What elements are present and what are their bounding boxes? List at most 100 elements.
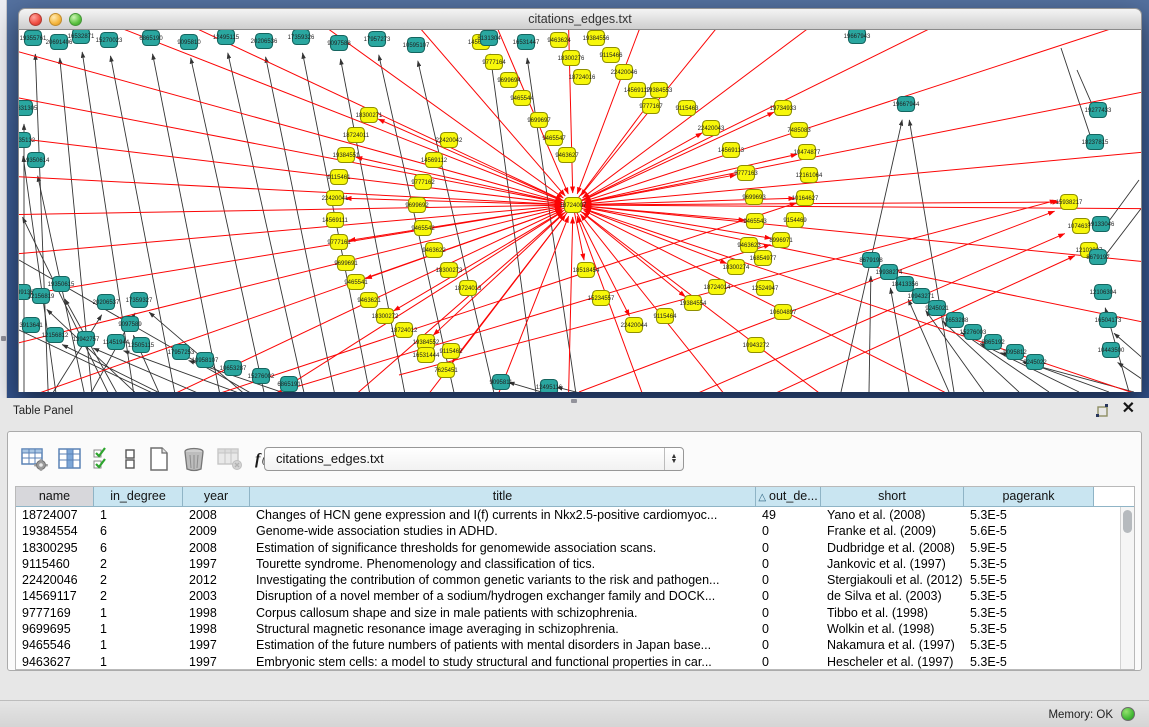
graph-node[interactable]: 9463621	[357, 293, 381, 308]
graph-node[interactable]: 11035132	[19, 133, 36, 148]
graph-node[interactable]: 9115462	[440, 344, 464, 359]
graph-node[interactable]: 9777167	[639, 99, 663, 114]
graph-node[interactable]: 3913641	[19, 318, 43, 333]
graph-node[interactable]: 19667943	[844, 30, 871, 44]
graph-node[interactable]: 9699691	[334, 256, 358, 271]
select-rows-icon[interactable]	[92, 446, 114, 472]
graph-node[interactable]: 20331305	[19, 101, 38, 116]
graph-node[interactable]: 10653287	[220, 361, 247, 376]
graph-node[interactable]: 18300276	[558, 51, 585, 66]
graph-node[interactable]: 9465541	[344, 275, 368, 290]
zoom-window-button[interactable]	[69, 13, 82, 26]
graph-node[interactable]: 15276003	[960, 325, 987, 340]
graph-node[interactable]: 16504173	[1095, 313, 1122, 328]
graph-node[interactable]: 15270023	[96, 33, 123, 48]
table-row[interactable]: 969969511998Structural magnetic resonanc…	[16, 621, 1134, 637]
memory-status-indicator-icon[interactable]	[1121, 707, 1135, 721]
graph-node[interactable]: 17359327	[126, 293, 153, 308]
graph-node[interactable]: 18300274	[723, 260, 750, 275]
graph-node[interactable]: 7485083	[787, 123, 811, 138]
graph-node[interactable]: 19277433	[1085, 103, 1112, 118]
column-header-out_de[interactable]: △out_de...	[756, 487, 821, 507]
graph-node[interactable]: 19384551	[333, 148, 360, 163]
graph-node[interactable]: 10443500	[1098, 343, 1125, 358]
graph-node[interactable]: 8679198	[859, 253, 883, 268]
graph-node[interactable]: 9095810	[177, 35, 201, 50]
graph-node[interactable]: 12106304	[1090, 285, 1117, 300]
graph-node[interactable]: 20206536	[251, 34, 278, 49]
graph-node[interactable]: 9777161	[327, 235, 351, 250]
delete-column-trash-icon[interactable]	[181, 445, 207, 473]
network-canvas[interactable]: 1830027118724011193845519115461224200411…	[18, 30, 1142, 392]
column-header-short[interactable]: short	[821, 487, 964, 507]
graph-node[interactable]: 20206537	[93, 295, 120, 310]
column-header-name[interactable]: name	[16, 487, 94, 507]
graph-node[interactable]: 6865191	[277, 377, 301, 392]
scrollbar-thumb[interactable]	[1123, 510, 1132, 533]
table-row[interactable]: 1830029562008Estimation of significance …	[16, 540, 1134, 556]
graph-node[interactable]: 19350614	[23, 153, 50, 168]
graph-node[interactable]: 14569117	[624, 83, 651, 98]
graph-node[interactable]: 10474877	[794, 145, 821, 160]
graph-node[interactable]: 9699693	[742, 190, 766, 205]
graph-node[interactable]: 10943272	[743, 338, 770, 353]
minimize-window-button[interactable]	[49, 13, 62, 26]
graph-node[interactable]: 10595107	[403, 38, 430, 53]
graph-node[interactable]: 19355761	[20, 31, 47, 46]
table-row[interactable]: 1456911722003Disruption of a novel membe…	[16, 588, 1134, 604]
horizontal-splitter-grip-icon[interactable]	[571, 399, 577, 403]
column-header-title[interactable]: title	[250, 487, 756, 507]
table-row[interactable]: 911546021997Tourette syndrome. Phenomeno…	[16, 556, 1134, 572]
column-header-year[interactable]: year	[183, 487, 250, 507]
table-row[interactable]: 1872400712008Changes of HCN gene express…	[16, 507, 1134, 523]
splitter-grip-icon[interactable]	[1, 336, 6, 341]
graph-node[interactable]: 22420046	[611, 65, 638, 80]
graph-node[interactable]: 19384556	[583, 31, 610, 46]
graph-node[interactable]: 9115463	[676, 101, 700, 116]
table-row[interactable]: 2242004622012Investigating the contribut…	[16, 572, 1134, 588]
graph-node[interactable]: 12495115	[213, 30, 240, 45]
graph-node[interactable]: 18300273	[436, 263, 463, 278]
graph-node[interactable]: 9777162	[411, 175, 435, 190]
graph-node[interactable]: 11451944	[103, 335, 130, 350]
graph-node[interactable]: 8131304	[477, 31, 501, 46]
graph-node[interactable]: 9463622	[422, 243, 446, 258]
graph-node[interactable]: 10958107	[192, 353, 219, 368]
column-header-in_degree[interactable]: in_degree	[94, 487, 183, 507]
graph-node[interactable]: 9463624	[547, 33, 571, 48]
graph-node[interactable]: 22420044	[621, 318, 648, 333]
graph-node[interactable]: 14569113	[718, 143, 745, 158]
graph-node[interactable]: 6865192	[981, 335, 1005, 350]
graph-node[interactable]: 19734933	[770, 101, 797, 116]
graph-node[interactable]: 12505115	[128, 338, 155, 353]
graph-node[interactable]: 18300271	[356, 108, 383, 123]
new-column-icon[interactable]	[146, 445, 172, 473]
graph-node[interactable]: 8996971	[769, 233, 793, 248]
graph-node[interactable]: 12161064	[796, 168, 823, 183]
row-height-icon[interactable]	[123, 446, 137, 472]
show-columns-icon[interactable]	[57, 446, 83, 472]
graph-node[interactable]: 9095812	[1003, 345, 1027, 360]
graph-node[interactable]: 9245021	[925, 301, 949, 316]
graph-node[interactable]: 16531447	[513, 35, 540, 50]
graph-node[interactable]: 9115461	[328, 170, 352, 185]
graph-node[interactable]: 9465542	[411, 221, 435, 236]
graph-node[interactable]: 16531444	[413, 348, 440, 363]
graph-node[interactable]: 12495116	[536, 380, 563, 393]
graph-node[interactable]: 9465547	[542, 131, 566, 146]
graph-node[interactable]: 18237815	[1082, 135, 1109, 150]
table-row[interactable]: 1938455462009Genome-wide association stu…	[16, 523, 1134, 539]
graph-node[interactable]: 9699692	[405, 198, 429, 213]
delete-table-icon[interactable]	[216, 446, 244, 472]
graph-node[interactable]: 9465543	[743, 214, 767, 229]
graph-node[interactable]: 18724016	[569, 70, 596, 85]
graph-node[interactable]: 9245022	[1023, 355, 1047, 370]
graph-node[interactable]: 9777164	[482, 55, 506, 70]
graph-node[interactable]: 9115466	[600, 48, 624, 63]
graph-node[interactable]: 9115464	[654, 309, 678, 324]
close-window-button[interactable]	[29, 13, 42, 26]
graph-node[interactable]: 17359326	[288, 30, 315, 45]
graph-node[interactable]: 7625451	[434, 363, 458, 378]
vertical-scrollbar[interactable]	[1120, 507, 1134, 669]
graph-node[interactable]: 15276002	[248, 369, 275, 384]
